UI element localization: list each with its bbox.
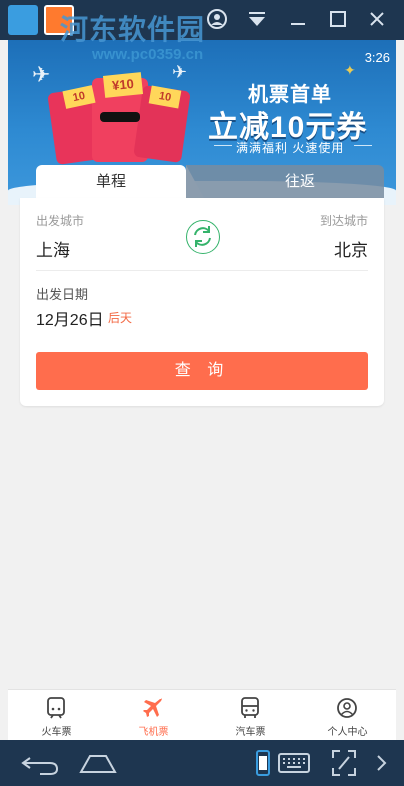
- relative-day-badge: 后天: [108, 311, 133, 325]
- arrive-city[interactable]: 北京: [334, 236, 368, 261]
- plane-decoration-icon: ✈: [172, 62, 188, 82]
- watermark-url: www.pc0359.cn: [92, 46, 204, 63]
- chevron-right-icon[interactable]: [374, 748, 390, 778]
- depart-city[interactable]: 上海: [36, 236, 70, 261]
- emulator-home-thumb[interactable]: [8, 5, 38, 35]
- tab-round-trip[interactable]: 往返: [186, 165, 384, 198]
- keyboard-icon[interactable]: [278, 748, 310, 778]
- banner-rule-right: [354, 145, 372, 146]
- watermark-title: 河东软件园: [60, 14, 206, 45]
- tab-label: 火车票: [41, 727, 72, 738]
- banner-rule-left: [214, 145, 232, 146]
- user-icon: [337, 698, 357, 718]
- train-icon: [47, 697, 65, 719]
- trip-type-tabs: 单程 往返: [36, 165, 384, 198]
- status-time: 3:26: [364, 50, 390, 65]
- tab-train[interactable]: 火车票: [8, 690, 105, 740]
- coupon-value: 10: [71, 89, 87, 105]
- tab-label: 飞机票: [138, 727, 169, 738]
- coupon-ticket: ¥10: [102, 72, 144, 98]
- emulator-nav-bar: [0, 740, 404, 786]
- coupon-value: 10: [118, 75, 135, 93]
- depart-date[interactable]: 12月26日: [36, 306, 104, 330]
- account-icon[interactable]: [205, 8, 229, 32]
- depart-label: 出发城市: [36, 214, 85, 228]
- date-label: 出发日期: [36, 287, 89, 302]
- banner-line3: 满满福利 火速使用: [236, 141, 345, 155]
- home-icon[interactable]: [78, 748, 118, 778]
- tab-profile[interactable]: 个人中心: [299, 690, 396, 740]
- tab-label: 个人中心: [327, 727, 368, 738]
- maximize-icon[interactable]: [326, 8, 350, 32]
- dropdown-icon[interactable]: [245, 8, 269, 32]
- tab-label: 汽车票: [235, 727, 266, 738]
- sunglasses: [100, 112, 140, 122]
- query-button[interactable]: 查 询: [36, 352, 368, 390]
- swap-cities-button[interactable]: [186, 220, 220, 254]
- swap-icon: [194, 226, 211, 247]
- tab-one-way[interactable]: 单程: [36, 165, 204, 198]
- form-divider: [36, 270, 368, 271]
- screen-rotate-icon[interactable]: [254, 748, 272, 778]
- close-icon[interactable]: [365, 8, 389, 32]
- plane-decoration-icon: ✈: [32, 62, 51, 87]
- bottom-tab-bar: 火车票 飞机票 汽车票 个人中心: [8, 689, 396, 740]
- bus-icon: [241, 697, 259, 718]
- star-decoration-icon: ✦: [344, 62, 356, 78]
- tab-bus[interactable]: 汽车票: [202, 690, 299, 740]
- fullscreen-icon[interactable]: [330, 748, 358, 778]
- flight-search-card: 出发城市 上海 到达城市 北京 出发日期 12月26日 后天 查 询: [20, 198, 384, 406]
- tab-flight[interactable]: 飞机票: [105, 690, 202, 740]
- minimize-icon[interactable]: [286, 8, 310, 32]
- arrive-label: 到达城市: [319, 214, 368, 228]
- coupon-value: 10: [157, 90, 173, 104]
- phone-screen: 3:26 ✈ ✈ ✦ ¥10 10 10 机票首单 立减10元券 满满福利 火速…: [8, 40, 396, 740]
- back-icon[interactable]: [20, 748, 60, 778]
- plane-icon: [143, 698, 162, 717]
